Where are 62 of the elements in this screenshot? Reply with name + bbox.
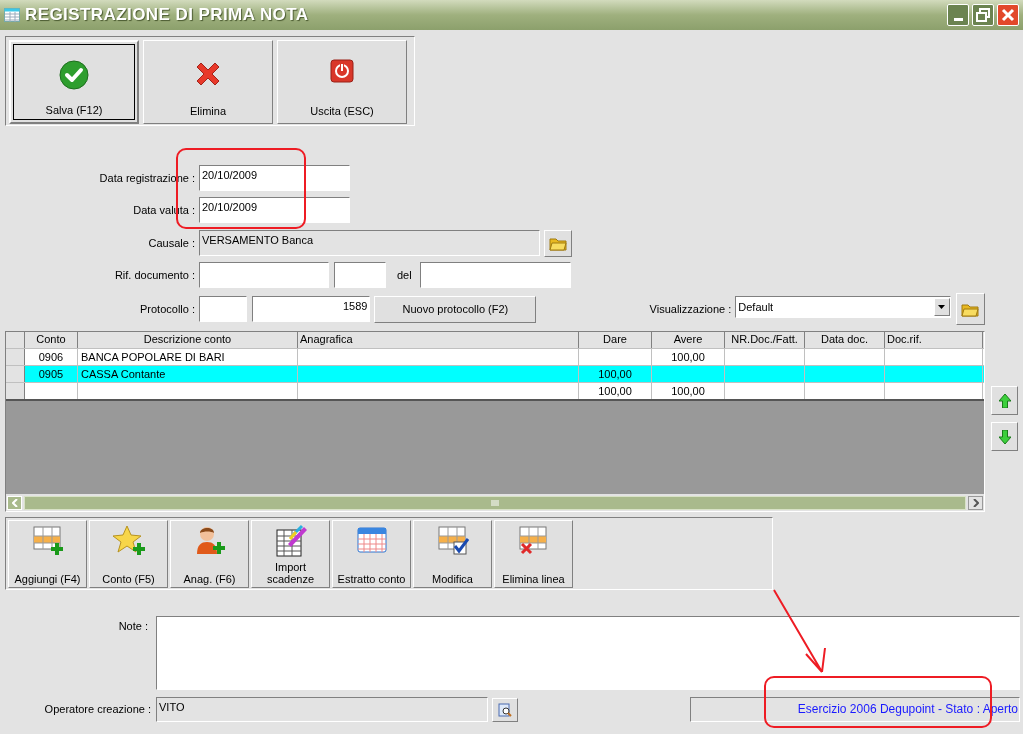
restore-icon: [976, 8, 990, 22]
view-dropdown[interactable]: Default: [735, 296, 951, 318]
input-field[interactable]: 20/10/2009: [199, 197, 350, 223]
lookup-button[interactable]: [492, 697, 518, 722]
field-label: Causale :: [147, 235, 196, 251]
minimize-button[interactable]: [947, 4, 969, 26]
toolbar-button[interactable]: Elimina linea: [494, 520, 573, 588]
field-label: Rif. documento :: [113, 267, 196, 283]
input-field[interactable]: [199, 296, 247, 322]
folder-icon: [549, 235, 567, 251]
move-down-button[interactable]: [991, 422, 1018, 451]
grid-plus-icon: [31, 524, 64, 556]
grid-check-icon: [436, 524, 469, 556]
toolbar-button[interactable]: Modifica: [413, 520, 492, 588]
folder-icon: [961, 301, 980, 317]
toolbar-button[interactable]: Uscita (ESC): [277, 40, 407, 124]
new-protocol-button[interactable]: Nuovo protocollo (F2): [374, 295, 537, 323]
table-cell: 100,00: [652, 383, 725, 399]
toolbar-button[interactable]: Salva (F12): [9, 40, 139, 124]
toolbar-button[interactable]: Estratto conto: [332, 520, 411, 588]
input-field[interactable]: [199, 262, 329, 288]
table-cell: 100,00: [579, 383, 652, 399]
note-field[interactable]: [156, 616, 1020, 690]
window-title: REGISTRAZIONE DI PRIMA NOTA: [25, 4, 309, 27]
star-plus-icon: [111, 524, 146, 556]
folder-button[interactable]: [955, 293, 985, 325]
magnifier-icon: [498, 702, 512, 717]
grid-delete-icon: [517, 524, 550, 556]
toolbar-button[interactable]: Import scadenze: [251, 520, 330, 588]
horizontal-scrollbar[interactable]: [6, 494, 984, 511]
input-field[interactable]: [334, 262, 386, 288]
field-label: Operatore creazione :: [43, 702, 152, 718]
move-up-button[interactable]: [991, 386, 1018, 415]
close-button[interactable]: [997, 4, 1019, 26]
spreadsheet-pen-icon: [273, 524, 308, 558]
calendar-icon: [355, 524, 388, 556]
scroll-left-icon[interactable]: [7, 495, 22, 510]
table-icon: [4, 8, 20, 22]
restore-button[interactable]: [972, 4, 994, 26]
close-icon: [1001, 8, 1015, 22]
table-row[interactable]: 0906 BANCA POPOLARE DI BARI 100,00: [6, 348, 984, 365]
power-icon: [330, 59, 354, 83]
table-row[interactable]: 100,00 100,00: [6, 382, 984, 399]
check-icon: [59, 60, 89, 90]
minimize-icon: [953, 18, 963, 21]
field-label: del: [397, 267, 412, 283]
field-label: Visualizzazione :: [648, 301, 733, 317]
scroll-right-icon[interactable]: [968, 495, 983, 510]
field-label: Note :: [117, 619, 149, 634]
toolbar-button[interactable]: Elimina: [143, 40, 273, 124]
toolbar-button[interactable]: Anag. (F6): [170, 520, 249, 588]
input-field[interactable]: [419, 262, 571, 288]
table-row[interactable]: 0905 CASSA Contante 100,00: [6, 365, 984, 382]
toolbar-button[interactable]: Conto (F5): [89, 520, 168, 588]
input-field[interactable]: 1589: [251, 296, 371, 322]
arrow-down-icon: [998, 429, 1011, 444]
scroll-thumb[interactable]: [24, 495, 966, 510]
input-field[interactable]: 20/10/2009: [199, 165, 350, 191]
field-label: Protocollo :: [138, 301, 196, 317]
arrow-up-icon: [998, 393, 1011, 408]
folder-button[interactable]: [544, 229, 572, 257]
toolbar-button[interactable]: Aggiungi (F4): [8, 520, 87, 588]
